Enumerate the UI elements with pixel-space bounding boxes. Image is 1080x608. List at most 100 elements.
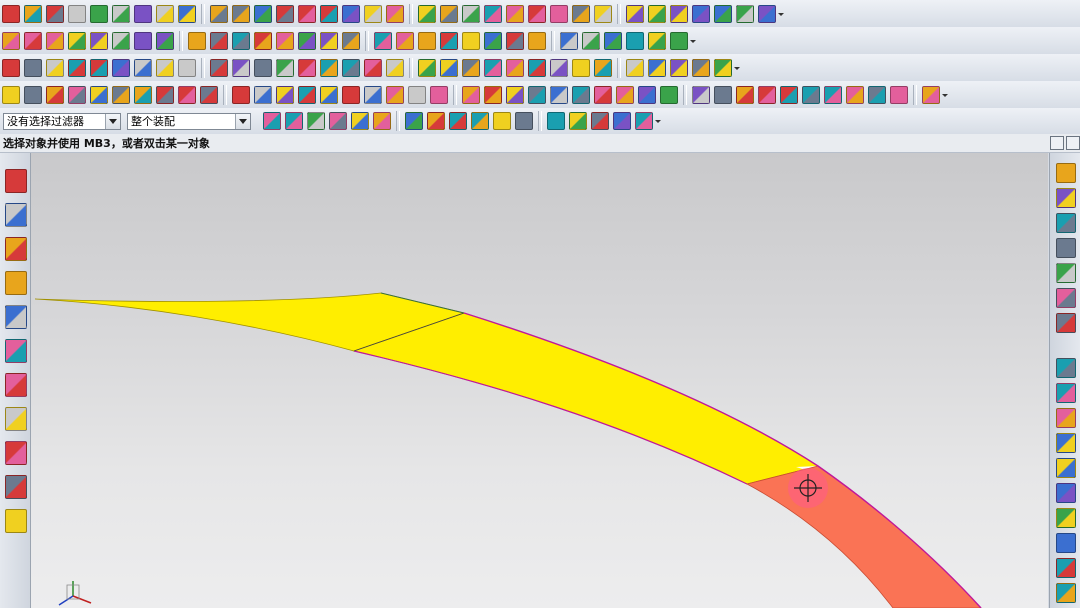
history-icon[interactable] bbox=[5, 339, 27, 363]
sensor-tool-icon[interactable] bbox=[1056, 508, 1076, 528]
fill-icon[interactable] bbox=[440, 58, 458, 77]
color-bar-icon[interactable] bbox=[68, 85, 86, 104]
tap-icon[interactable] bbox=[342, 85, 360, 104]
spline-icon[interactable] bbox=[758, 4, 776, 23]
spline-red-icon[interactable] bbox=[506, 58, 524, 77]
boss-icon[interactable] bbox=[156, 4, 174, 23]
selection-filter-select[interactable]: 没有选择过滤器 bbox=[3, 112, 121, 130]
perpendicular-icon[interactable] bbox=[493, 112, 511, 130]
spring-icon[interactable] bbox=[922, 85, 940, 104]
extrude-icon[interactable] bbox=[178, 4, 196, 23]
edge-blend-icon[interactable] bbox=[342, 4, 360, 23]
chevron-down-icon[interactable] bbox=[105, 113, 120, 129]
explode-icon[interactable] bbox=[648, 58, 666, 77]
intersect-icon[interactable] bbox=[572, 4, 590, 23]
refresh-icon[interactable] bbox=[528, 58, 546, 77]
pin-tool-icon[interactable] bbox=[1056, 533, 1076, 553]
assembly-icon[interactable] bbox=[572, 58, 590, 77]
blue-wedge-icon[interactable] bbox=[254, 85, 272, 104]
move-layer-icon[interactable] bbox=[232, 31, 250, 50]
face-blend-icon[interactable] bbox=[670, 4, 688, 23]
pan-icon[interactable] bbox=[528, 31, 546, 50]
wire-cube-icon[interactable] bbox=[46, 58, 64, 77]
m-macro-icon[interactable] bbox=[254, 31, 272, 50]
spring-tool-icon[interactable] bbox=[1056, 583, 1076, 603]
dark-ball-icon[interactable] bbox=[692, 85, 710, 104]
grid-icon[interactable] bbox=[298, 31, 316, 50]
ruler-icon[interactable] bbox=[572, 85, 590, 104]
toolbar-overflow-icon[interactable] bbox=[690, 32, 696, 50]
note-tool-icon[interactable] bbox=[1056, 458, 1076, 478]
redo-gray-icon[interactable] bbox=[351, 112, 369, 130]
delete-icon[interactable] bbox=[320, 58, 338, 77]
datum-csys-icon[interactable] bbox=[68, 31, 86, 50]
intersection-icon[interactable] bbox=[449, 112, 467, 130]
solid-feature-icon[interactable] bbox=[1056, 163, 1076, 183]
pin-icon[interactable] bbox=[890, 85, 908, 104]
manager-icon[interactable] bbox=[550, 58, 568, 77]
pattern-feature-icon[interactable] bbox=[1056, 313, 1076, 333]
paint-icon[interactable] bbox=[418, 58, 436, 77]
ring-icon[interactable] bbox=[736, 85, 754, 104]
undo-gray-icon[interactable] bbox=[329, 112, 347, 130]
section-view-icon[interactable] bbox=[156, 31, 174, 50]
new-file-icon[interactable] bbox=[2, 4, 20, 23]
x-red-icon[interactable] bbox=[342, 58, 360, 77]
mirror-icon[interactable] bbox=[626, 4, 644, 23]
knife-icon[interactable] bbox=[386, 85, 404, 104]
split-body-icon[interactable] bbox=[506, 4, 524, 23]
pink-ribbon-icon[interactable] bbox=[276, 85, 294, 104]
snap-point-icon[interactable] bbox=[670, 58, 688, 77]
snap-icon[interactable] bbox=[374, 31, 392, 50]
hourglass-icon[interactable] bbox=[440, 31, 458, 50]
tube-icon[interactable] bbox=[320, 4, 338, 23]
datum-plane-icon[interactable] bbox=[24, 31, 42, 50]
face-icon[interactable] bbox=[462, 58, 480, 77]
toolbar-overflow-icon[interactable] bbox=[778, 5, 784, 23]
slot-icon[interactable] bbox=[254, 4, 272, 23]
zoom-icon[interactable] bbox=[484, 31, 502, 50]
cone-icon[interactable] bbox=[46, 85, 64, 104]
measure-vertical-icon[interactable] bbox=[594, 85, 612, 104]
flag-green-icon[interactable] bbox=[134, 85, 152, 104]
web-browser-icon[interactable] bbox=[5, 305, 27, 329]
measure-distance-icon[interactable] bbox=[112, 31, 130, 50]
pink-sketch-icon[interactable] bbox=[638, 85, 656, 104]
search-icon[interactable] bbox=[714, 58, 732, 77]
pattern-icon[interactable] bbox=[594, 4, 612, 23]
mid-point-icon[interactable] bbox=[427, 112, 445, 130]
boolean-feature-icon[interactable] bbox=[1056, 213, 1076, 233]
restore-icon[interactable] bbox=[1050, 136, 1064, 150]
yellow-surface-main[interactable] bbox=[352, 312, 819, 485]
screw-icon[interactable] bbox=[802, 85, 820, 104]
mate-icon[interactable] bbox=[626, 58, 644, 77]
layer-icon[interactable] bbox=[210, 31, 228, 50]
cylinder-feature-icon[interactable] bbox=[46, 4, 64, 23]
brush-icon[interactable] bbox=[200, 85, 218, 104]
sweep-icon[interactable] bbox=[298, 4, 316, 23]
cube-gray-icon[interactable] bbox=[90, 85, 108, 104]
hatch-icon[interactable] bbox=[210, 58, 228, 77]
reuse-library-icon[interactable] bbox=[5, 271, 27, 295]
swept-icon[interactable] bbox=[692, 4, 710, 23]
thicken-icon[interactable] bbox=[440, 4, 458, 23]
chevron-down-icon[interactable] bbox=[235, 113, 250, 129]
revolve-icon[interactable] bbox=[210, 4, 228, 23]
view-cube-icon[interactable] bbox=[342, 31, 360, 50]
cross-icon[interactable] bbox=[134, 58, 152, 77]
funnel-icon[interactable] bbox=[868, 85, 886, 104]
red-diamond-icon[interactable] bbox=[550, 85, 568, 104]
dark-red-ball-icon[interactable] bbox=[714, 85, 732, 104]
sketch-icon[interactable] bbox=[2, 31, 20, 50]
line-point-icon[interactable] bbox=[591, 112, 609, 130]
measure-angle-icon[interactable] bbox=[134, 31, 152, 50]
box-outline-icon[interactable] bbox=[156, 85, 174, 104]
line-icon[interactable] bbox=[156, 58, 174, 77]
offset-face-icon[interactable] bbox=[462, 4, 480, 23]
subtract-icon[interactable] bbox=[550, 4, 568, 23]
undo-icon[interactable] bbox=[692, 58, 710, 77]
orange-square-icon[interactable] bbox=[408, 85, 426, 104]
highlighted-surface[interactable] bbox=[745, 465, 982, 608]
wire-frame-feature-icon[interactable] bbox=[1056, 238, 1076, 258]
view-icon[interactable] bbox=[635, 112, 653, 130]
